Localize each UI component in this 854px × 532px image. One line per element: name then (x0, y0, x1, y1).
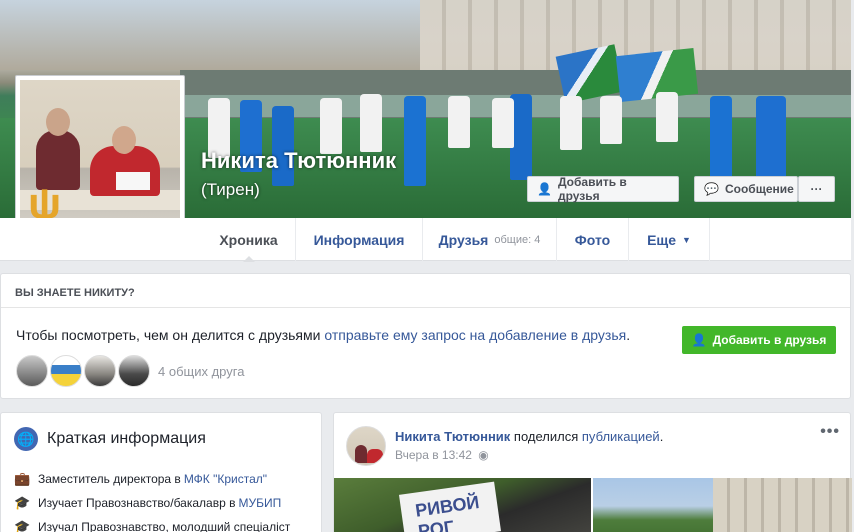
post-card: Никита Тютюнник поделился публикацией. В… (333, 412, 852, 532)
tab-timeline[interactable]: Хроника (202, 218, 296, 262)
cover-player (448, 96, 470, 148)
tab-friends-label: Друзья (438, 231, 489, 248)
tab-photos[interactable]: Фото (557, 218, 629, 261)
study-link[interactable]: МУБИП (238, 496, 281, 510)
post-header: Никита Тютюнник поделился публикацией. (395, 429, 663, 444)
avatar-person (367, 449, 383, 463)
post-photo[interactable] (593, 478, 852, 532)
message-label: Сообщение (724, 182, 794, 196)
globe-privacy-icon: ◉ (478, 448, 489, 462)
avatar-person (355, 445, 367, 463)
cover-player (320, 98, 342, 154)
intro-card: 🌐 Краткая информация 💼 Заместитель дирек… (0, 412, 322, 532)
chevron-down-icon: ▼ (682, 234, 691, 245)
tab-more[interactable]: Еще ▼ (629, 218, 710, 261)
briefcase-icon: 💼 (14, 471, 31, 486)
cover-player (600, 96, 622, 144)
tab-photos-label: Фото (574, 231, 611, 248)
know-him-card: ВЫ ЗНАЕТЕ НИКИТУ? Чтобы посмотреть, чем … (0, 273, 851, 399)
cover-sky (0, 0, 420, 70)
know-him-header: ВЫ ЗНАЕТЕ НИКИТУ? (1, 274, 850, 308)
more-dots-icon: ··· (810, 182, 823, 196)
post-photo-sign: РИВОЙ РОГ (398, 481, 502, 532)
intro-title: 🌐 Краткая информация (14, 427, 206, 451)
intro-title-label: Краткая информация (47, 430, 206, 447)
post-photo-building (713, 478, 852, 532)
profile-nav: Хроника Информация Друзья общие: 4 Фото … (0, 218, 851, 262)
post-options-button[interactable]: ••• (820, 423, 840, 441)
message-button[interactable]: 💬 Сообщение (694, 176, 798, 202)
intro-row-studied: 🎓 Изучал Правознавство, молодший спеціал… (14, 519, 290, 532)
profile-name[interactable]: Никита Тютюнник (201, 148, 396, 174)
add-friend-icon: 👤 (691, 333, 707, 347)
post-header-period: . (659, 429, 664, 444)
post-object-link[interactable]: публикацией (582, 429, 660, 444)
know-him-text-prefix: Чтобы посмотреть, чем он делится с друзь… (16, 327, 321, 343)
cover-player (492, 98, 514, 148)
tab-about-label: Информация (313, 231, 405, 248)
mutual-friends-count: общие: 4 (494, 233, 541, 246)
add-friend-green-label: Добавить в друзья (712, 333, 827, 347)
graduation-cap-icon: 🎓 (14, 519, 31, 532)
send-friend-request-link[interactable]: отправьте ему запрос на добавление в дру… (324, 327, 626, 343)
post-action-text: поделился (510, 429, 582, 444)
tab-about[interactable]: Информация (296, 218, 423, 261)
photo-paper (116, 172, 150, 190)
add-friend-button[interactable]: 👤 Добавить в друзья (527, 175, 679, 203)
tab-more-label: Еще (647, 231, 676, 248)
intro-row-work: 💼 Заместитель директора в МФК "Кристал" (14, 471, 267, 487)
post-timestamp[interactable]: Вчера в 13:42 ◉ (395, 448, 489, 462)
intro-work-text: Заместитель директора в (38, 472, 181, 486)
cover-player (404, 96, 426, 186)
cover-player (560, 96, 582, 150)
globe-icon: 🌐 (14, 427, 38, 451)
intro-row-study: 🎓 Изучает Правознавство/бакалавр в МУБИП (14, 495, 281, 511)
graduation-cap-icon: 🎓 (14, 495, 31, 510)
tab-timeline-label: Хроника (219, 231, 278, 248)
photo-person-head (112, 126, 136, 154)
photo-person-head (46, 108, 70, 136)
post-author-link[interactable]: Никита Тютюнник (395, 429, 510, 444)
intro-studied-text: Изучал Правознавство, молодший спеціаліс… (38, 520, 291, 532)
messenger-icon: 💬 (704, 182, 719, 196)
post-author-avatar[interactable] (346, 426, 386, 466)
cover-player (272, 106, 294, 186)
mutual-friend-avatar[interactable] (84, 355, 116, 387)
intro-study-text: Изучает Правознавство/бакалавр в (38, 496, 236, 510)
work-link[interactable]: МФК "Кристал" (184, 472, 267, 486)
profile-nickname: (Тирен) (201, 180, 260, 199)
know-him-text-period: . (626, 327, 631, 343)
cover-player (656, 92, 678, 142)
more-options-button[interactable]: ··· (798, 176, 835, 202)
mutual-friends-text[interactable]: 4 общих друга (158, 364, 244, 379)
post-photo[interactable]: РИВОЙ РОГ (334, 478, 591, 532)
mutual-friend-avatar[interactable] (16, 355, 48, 387)
tab-friends[interactable]: Друзья общие: 4 (423, 218, 557, 261)
add-friend-green-button[interactable]: 👤 Добавить в друзья (682, 326, 836, 354)
add-friend-icon: 👤 (537, 182, 552, 196)
know-him-text: Чтобы посмотреть, чем он делится с друзь… (16, 327, 630, 343)
mutual-friend-avatar[interactable] (50, 355, 82, 387)
profile-photo: ψ (20, 80, 180, 238)
cover-player (710, 96, 732, 182)
cover-player (360, 94, 382, 152)
mutual-friend-avatar[interactable] (118, 355, 150, 387)
post-time: Вчера в 13:42 (395, 448, 472, 462)
add-friend-label: Добавить в друзья (557, 175, 627, 203)
